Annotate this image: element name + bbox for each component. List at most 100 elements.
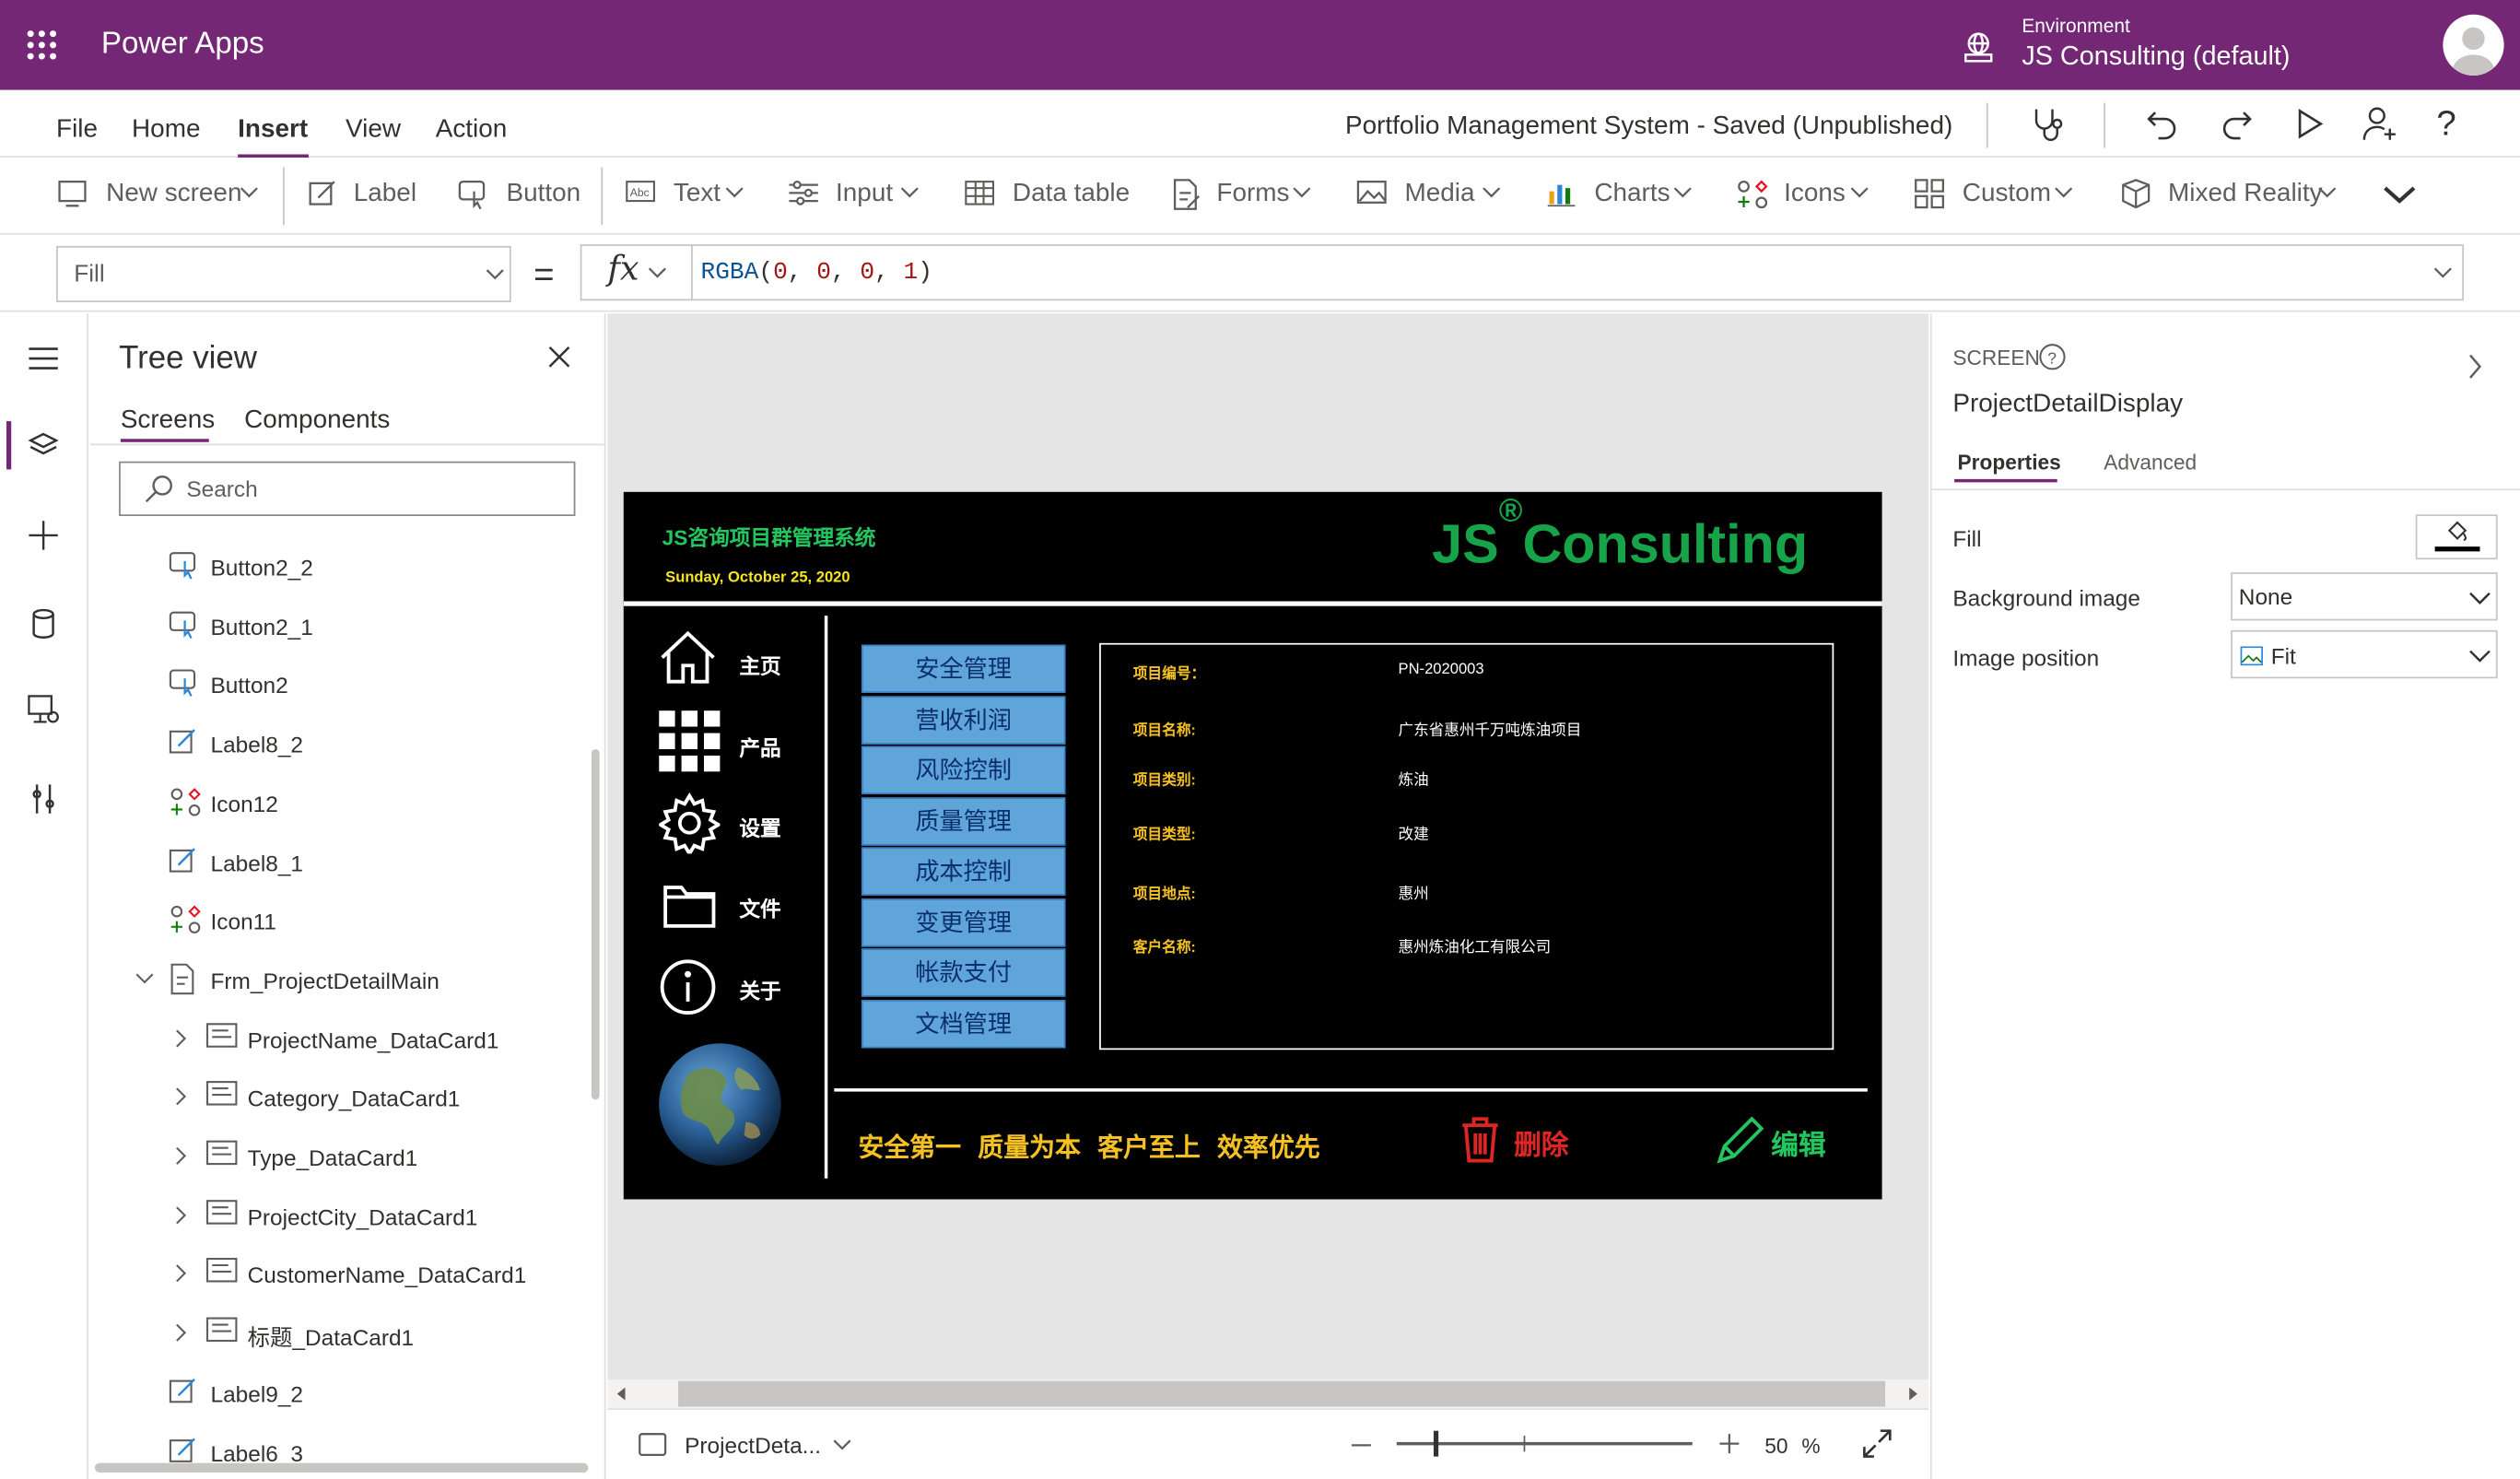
app-screen-preview[interactable]: JS咨询项目群管理系统 Sunday, October 25, 2020 JS®… xyxy=(623,491,1882,1200)
hamburger-icon[interactable] xyxy=(28,346,60,371)
charts-button[interactable]: Charts xyxy=(1594,180,1670,208)
scrollbar-thumb[interactable] xyxy=(678,1380,1886,1407)
close-icon[interactable] xyxy=(546,344,572,370)
tree-item[interactable]: ProjectCity_DataCard1 xyxy=(0,1199,579,1257)
nav-home-label[interactable]: 主页 xyxy=(739,650,780,680)
menu-file[interactable]: File xyxy=(56,116,98,145)
tree-item[interactable]: CustomerName_DataCard1 xyxy=(0,1258,579,1316)
tree-item[interactable]: Label9_2 xyxy=(0,1376,579,1434)
layers-icon[interactable] xyxy=(28,431,60,460)
menu-button[interactable]: 风险控制 xyxy=(861,745,1066,794)
insert-plus-icon[interactable] xyxy=(28,520,60,552)
help-icon[interactable]: ? xyxy=(2436,103,2456,145)
forms-button[interactable]: Forms xyxy=(1216,180,1289,208)
chevron-down-icon[interactable] xyxy=(2433,267,2453,280)
property-dropdown[interactable] xyxy=(56,245,511,302)
nav-about-label[interactable]: 关于 xyxy=(739,974,780,1004)
menu-button[interactable]: 变更管理 xyxy=(861,898,1066,946)
redo-icon[interactable] xyxy=(2218,106,2253,141)
tree-item[interactable]: Icon11 xyxy=(0,904,579,962)
tab-advanced[interactable]: Advanced xyxy=(2104,450,2197,474)
media-button[interactable]: Media xyxy=(1405,180,1475,208)
chevron-right-icon[interactable] xyxy=(175,1087,188,1107)
menu-button[interactable]: 帐款支付 xyxy=(861,948,1066,997)
new-screen-button[interactable]: New screen xyxy=(106,180,241,208)
chevron-right-icon[interactable] xyxy=(175,1146,188,1166)
tree-item[interactable]: Button2_1 xyxy=(0,609,579,667)
grid-icon[interactable] xyxy=(659,710,721,772)
chevron-down-icon[interactable] xyxy=(135,972,155,985)
play-icon[interactable] xyxy=(2291,106,2327,141)
tab-screens[interactable]: Screens xyxy=(121,406,215,435)
text-button[interactable]: Text xyxy=(674,180,721,208)
tree-scrollbar[interactable] xyxy=(591,748,600,1100)
app-checker-icon[interactable] xyxy=(2028,104,2067,143)
label-button[interactable]: Label xyxy=(354,180,416,208)
tree-item[interactable]: Button2_2 xyxy=(0,550,579,608)
info-icon[interactable] xyxy=(659,958,717,1016)
menu-button[interactable]: 文档管理 xyxy=(861,999,1066,1048)
icons-button[interactable]: Icons xyxy=(1784,180,1846,208)
tree-item[interactable]: 标题_DataCard1 xyxy=(0,1317,579,1375)
tree-item[interactable]: Type_DataCard1 xyxy=(0,1140,579,1198)
share-user-icon[interactable] xyxy=(2361,106,2399,141)
nav-file-label[interactable]: 文件 xyxy=(739,892,780,922)
scroll-left-icon[interactable] xyxy=(615,1387,628,1401)
tree-item[interactable]: Label8_1 xyxy=(0,845,579,903)
button-button[interactable]: Button xyxy=(506,180,580,208)
help-circle-icon[interactable]: ? xyxy=(2038,343,2067,371)
tree-horizontal-scrollbar[interactable] xyxy=(94,1462,589,1473)
tab-properties[interactable]: Properties xyxy=(1958,450,2061,474)
gear-icon[interactable] xyxy=(659,792,721,854)
pencil-icon[interactable] xyxy=(1713,1116,1764,1168)
zoom-in-icon[interactable] xyxy=(1718,1432,1741,1454)
edit-button[interactable]: 编辑 xyxy=(1771,1122,1825,1163)
chevron-right-icon[interactable] xyxy=(175,1264,188,1284)
environment-name[interactable]: JS Consulting (default) xyxy=(2022,41,2290,72)
nav-product-label[interactable]: 产品 xyxy=(739,732,780,762)
zoom-slider[interactable] xyxy=(1396,1441,1693,1446)
menu-view[interactable]: View xyxy=(346,116,401,145)
chevron-down-icon[interactable] xyxy=(833,1438,852,1451)
folder-icon[interactable] xyxy=(662,881,717,929)
menu-button[interactable]: 质量管理 xyxy=(861,796,1066,845)
trash-icon[interactable] xyxy=(1459,1116,1501,1164)
tab-components[interactable]: Components xyxy=(244,406,390,435)
formula-input[interactable] xyxy=(691,244,2465,301)
fill-color-picker[interactable] xyxy=(2415,514,2498,560)
menu-insert[interactable]: Insert xyxy=(238,116,308,145)
ribbon-expand-icon[interactable] xyxy=(2382,185,2417,205)
delete-button[interactable]: 删除 xyxy=(1514,1122,1568,1163)
undo-icon[interactable] xyxy=(2146,106,2181,141)
zoom-out-icon[interactable] xyxy=(1350,1442,1372,1449)
custom-button[interactable]: Custom xyxy=(1963,180,2051,208)
data-table-button[interactable]: Data table xyxy=(1013,180,1130,208)
chevron-right-icon[interactable] xyxy=(175,1205,188,1225)
waffle-icon[interactable] xyxy=(26,29,58,61)
avatar[interactable] xyxy=(2443,14,2504,76)
image-position-dropdown[interactable]: Fit xyxy=(2231,629,2498,679)
menu-button[interactable]: 成本控制 xyxy=(861,847,1066,896)
menu-button[interactable]: 安全管理 xyxy=(861,644,1066,693)
background-image-dropdown[interactable]: None xyxy=(2231,572,2498,621)
tree-item[interactable]: Label8_2 xyxy=(0,727,579,785)
chevron-right-icon[interactable] xyxy=(2467,352,2483,381)
screen-selector[interactable]: ProjectDeta... xyxy=(685,1432,821,1458)
home-icon[interactable] xyxy=(659,630,717,685)
tree-item[interactable]: Icon12 xyxy=(0,786,579,844)
zoom-slider-thumb[interactable] xyxy=(1433,1430,1439,1457)
tree-item[interactable]: Category_DataCard1 xyxy=(0,1081,579,1139)
chevron-right-icon[interactable] xyxy=(175,1323,188,1343)
tree-item[interactable]: ProjectName_DataCard1 xyxy=(0,1022,579,1080)
menu-button[interactable]: 营收利润 xyxy=(861,695,1066,744)
menu-action[interactable]: Action xyxy=(436,116,508,145)
scroll-right-icon[interactable] xyxy=(1907,1387,1920,1401)
tree-item[interactable]: Button2 xyxy=(0,668,579,726)
mixed-reality-button[interactable]: Mixed Reality xyxy=(2168,180,2323,208)
fit-to-window-icon[interactable] xyxy=(1863,1429,1892,1458)
menu-home[interactable]: Home xyxy=(132,116,200,145)
nav-settings-label[interactable]: 设置 xyxy=(739,812,780,842)
chevron-right-icon[interactable] xyxy=(175,1028,188,1048)
input-button[interactable]: Input xyxy=(836,180,893,208)
tree-item[interactable]: Frm_ProjectDetailMain xyxy=(0,963,579,1021)
